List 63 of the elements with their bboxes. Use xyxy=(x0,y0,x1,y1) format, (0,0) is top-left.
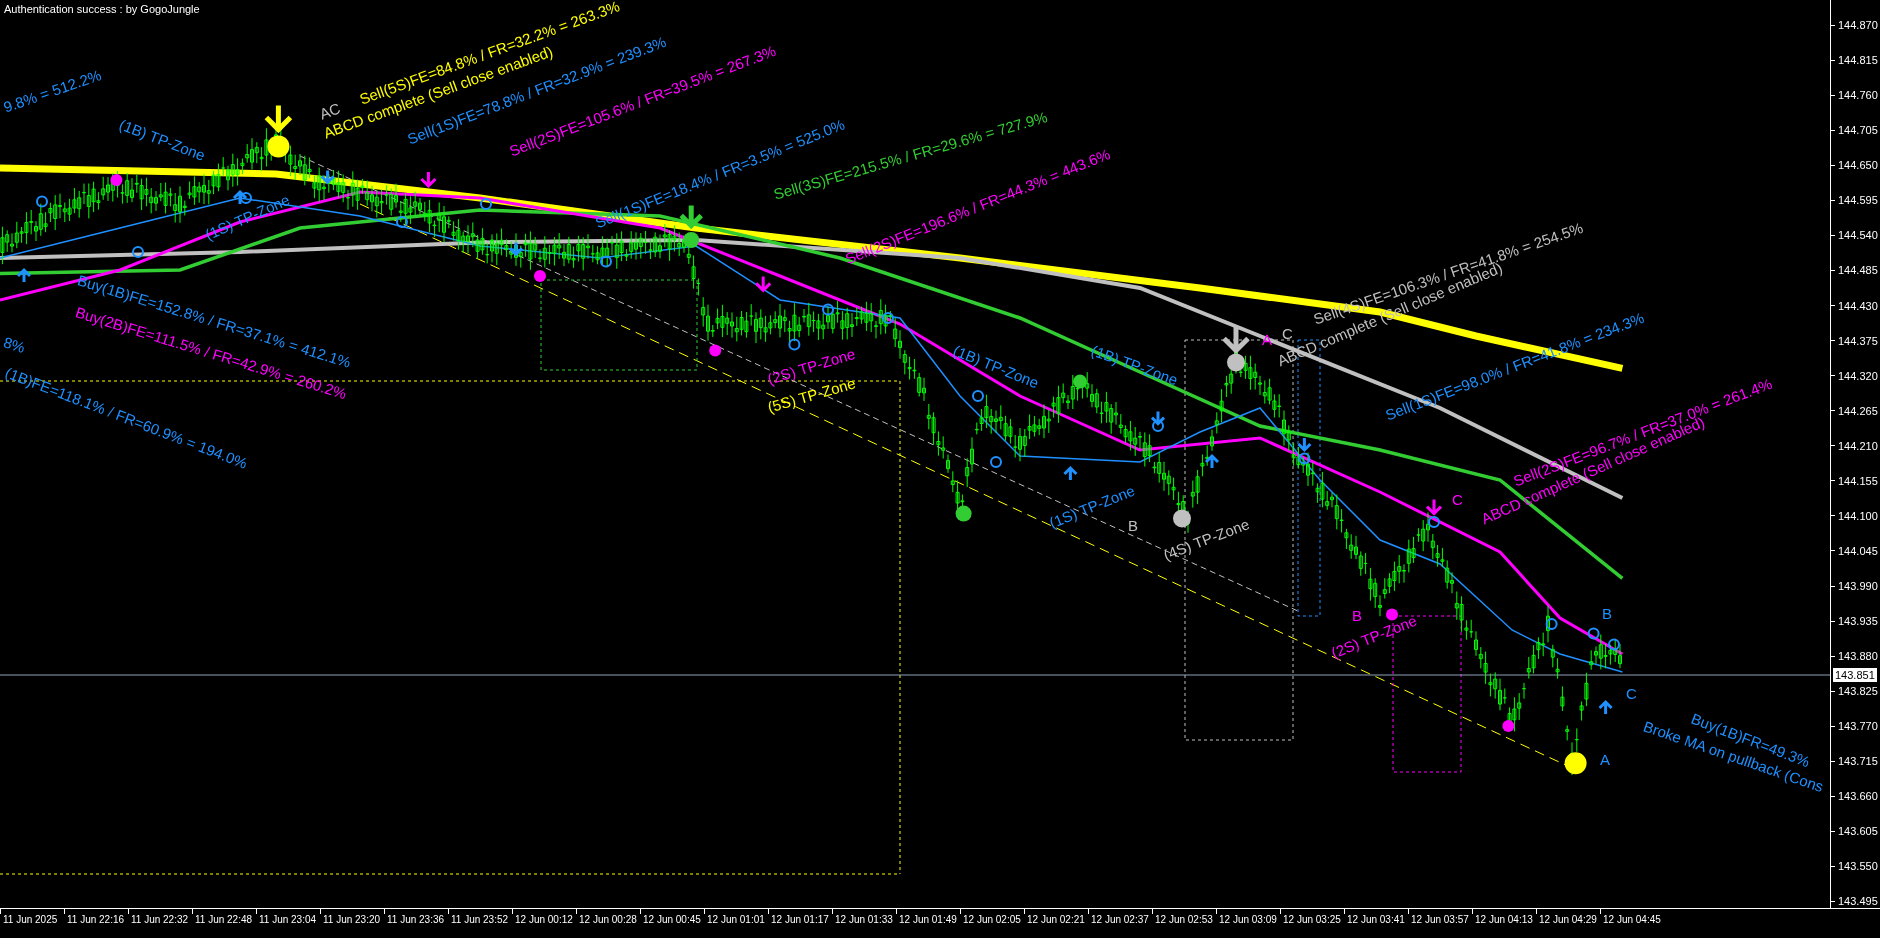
time-label: 11 Jun 23:20 xyxy=(323,913,381,927)
price-label: 144.815 xyxy=(1838,53,1878,69)
price-label: 144.045 xyxy=(1838,543,1878,559)
chart-annotation: A xyxy=(1600,752,1610,767)
chart-annotation: 8% xyxy=(1,334,27,355)
price-label: 143.605 xyxy=(1838,824,1878,839)
price-label: 143.495 xyxy=(1838,894,1878,910)
time-label: 12 Jun 03:25 xyxy=(1283,913,1341,927)
price-label: 144.650 xyxy=(1838,158,1878,174)
time-label: 12 Jun 03:41 xyxy=(1347,913,1405,927)
time-label: 11 Jun 22:16 xyxy=(67,913,125,927)
chart-annotation: B xyxy=(1352,608,1362,623)
authentication-status-text: Authentication success : by GogoJungle xyxy=(4,2,200,17)
time-label: 11 Jun 23:52 xyxy=(451,913,509,927)
price-label: 143.715 xyxy=(1838,753,1878,769)
time-label: 12 Jun 04:13 xyxy=(1475,913,1533,927)
price-label: 144.705 xyxy=(1838,123,1878,139)
time-label: 12 Jun 02:21 xyxy=(1027,913,1085,927)
time-label: 11 Jun 22:48 xyxy=(195,913,253,927)
price-label: 143.825 xyxy=(1838,683,1878,699)
time-label: 11 Jun 23:04 xyxy=(259,913,317,927)
chart-annotation: C xyxy=(1452,492,1463,507)
price-label: 143.880 xyxy=(1838,648,1878,664)
time-label: 12 Jun 01:33 xyxy=(835,913,893,927)
time-label: 12 Jun 04:45 xyxy=(1603,913,1661,927)
time-label: 12 Jun 02:53 xyxy=(1155,913,1213,927)
price-label: 144.485 xyxy=(1838,263,1878,279)
price-label: 144.540 xyxy=(1838,228,1878,244)
price-label: 144.265 xyxy=(1838,403,1878,419)
price-label: 144.430 xyxy=(1838,298,1878,314)
price-label: 144.375 xyxy=(1838,333,1878,349)
time-label: 12 Jun 00:28 xyxy=(579,913,637,927)
price-label: 143.990 xyxy=(1838,578,1878,594)
chart-annotation: B xyxy=(1602,606,1612,621)
time-label: 12 Jun 02:37 xyxy=(1091,913,1149,927)
time-label: 12 Jun 04:29 xyxy=(1539,913,1597,927)
price-label: 144.155 xyxy=(1838,473,1878,489)
chart-annotation: B xyxy=(1128,518,1138,533)
time-label: 12 Jun 00:45 xyxy=(643,913,701,927)
current-price-label: 143.851 xyxy=(1833,668,1877,682)
price-label: 144.210 xyxy=(1838,438,1878,454)
price-label: 143.770 xyxy=(1838,718,1878,734)
time-label: 12 Jun 01:01 xyxy=(707,913,765,927)
chart-annotation: C xyxy=(1626,686,1637,701)
price-label: 143.935 xyxy=(1838,613,1878,629)
time-label: 12 Jun 01:49 xyxy=(899,913,957,927)
price-label: 144.760 xyxy=(1838,88,1878,104)
chart-annotation: C xyxy=(1282,326,1293,341)
time-label: 11 Jun 2025 xyxy=(3,913,58,927)
time-label: 12 Jun 03:09 xyxy=(1219,913,1277,927)
price-label: 143.550 xyxy=(1838,859,1878,874)
time-label: 12 Jun 01:17 xyxy=(771,913,829,927)
time-label: 12 Jun 02:05 xyxy=(963,913,1021,927)
time-label: 11 Jun 22:32 xyxy=(131,913,189,927)
time-label: 11 Jun 23:36 xyxy=(387,913,445,927)
chart-annotation: 9.8% = 512.2% xyxy=(1,67,104,115)
time-label: 12 Jun 03:57 xyxy=(1411,913,1469,927)
price-label: 143.660 xyxy=(1838,788,1878,804)
price-label: 144.320 xyxy=(1838,368,1878,384)
price-label: 144.870 xyxy=(1838,18,1878,34)
price-label: 144.100 xyxy=(1838,508,1878,524)
price-label: 144.595 xyxy=(1838,193,1878,209)
time-label: 12 Jun 00:12 xyxy=(515,913,573,927)
